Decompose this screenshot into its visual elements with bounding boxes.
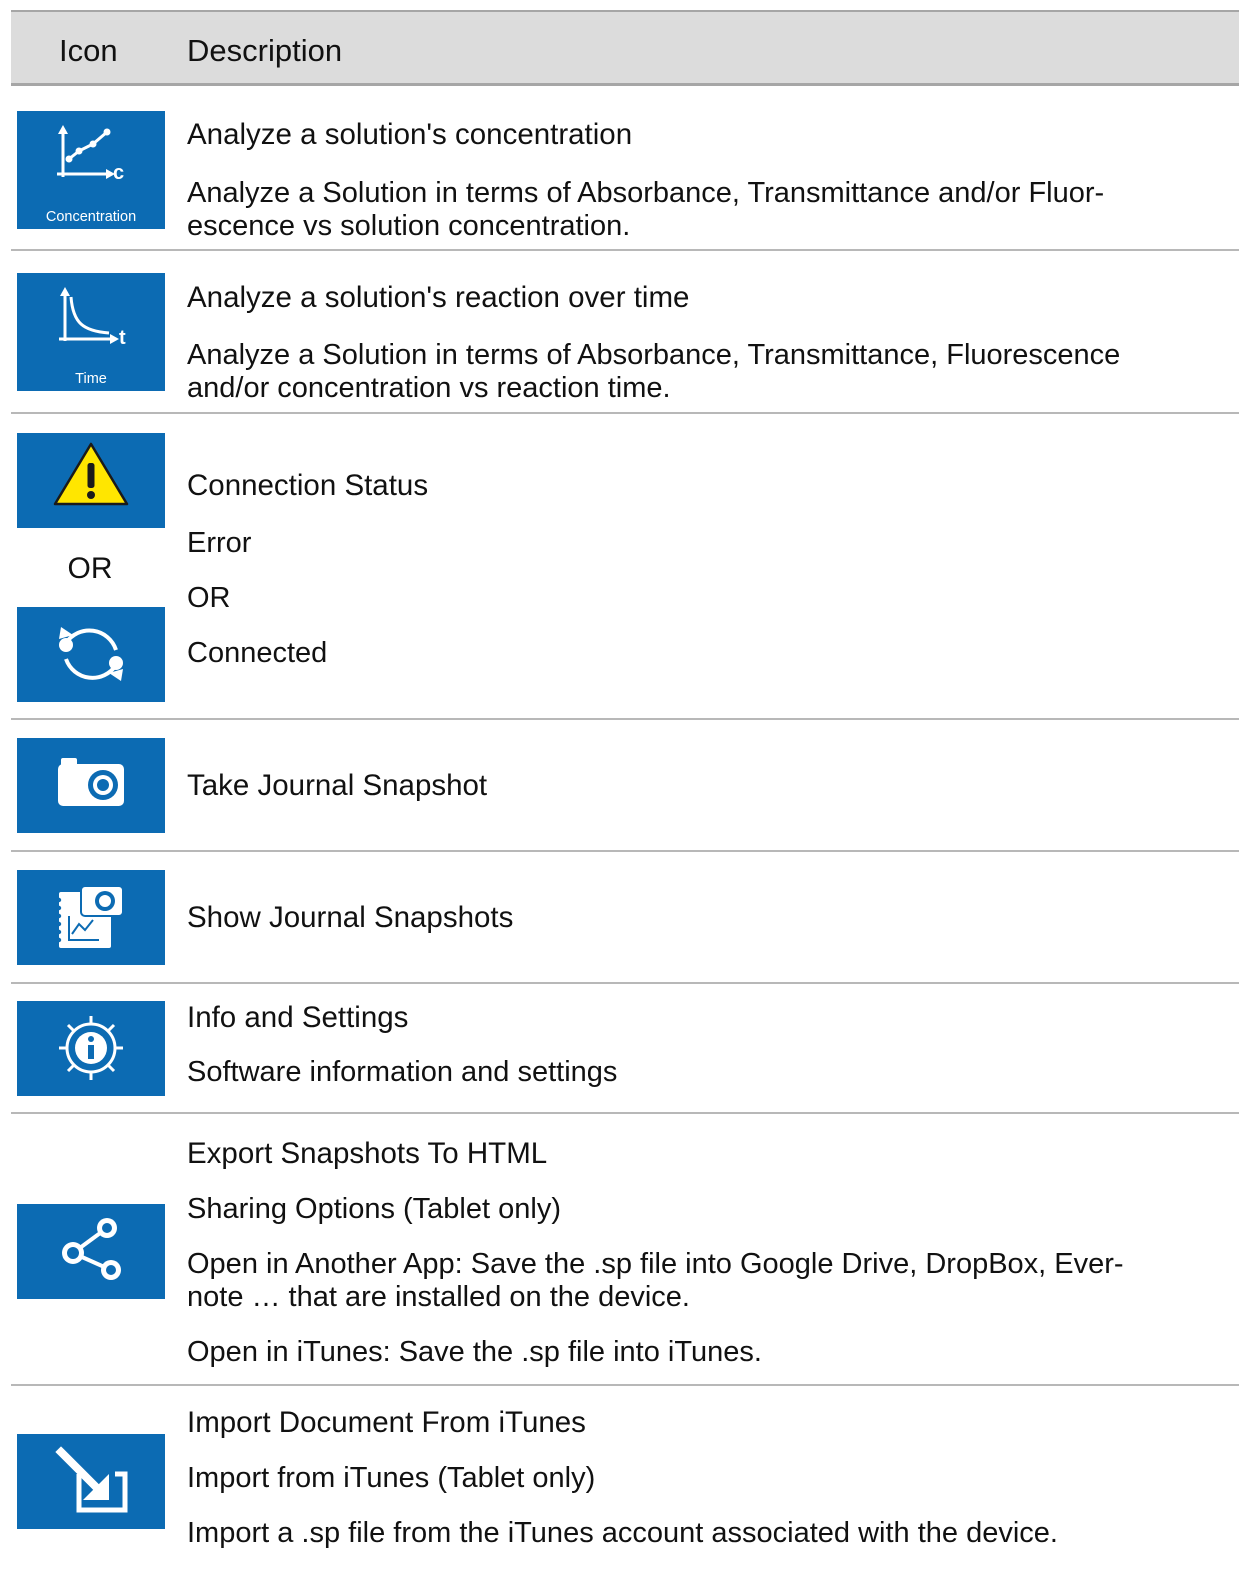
concentration-tile[interactable]: c Concentration — [17, 111, 165, 229]
row-description: Analyze a Solution in terms of Absorbanc… — [187, 177, 1105, 242]
row-title: Take Journal Snapshot — [187, 769, 488, 802]
row-status-error: Error — [187, 527, 252, 559]
row-title: Export Snapshots To HTML — [187, 1137, 548, 1170]
row-title: Show Journal Snapshots — [187, 901, 514, 934]
table-row-export-html: Export Snapshots To HTML Sharing Options… — [11, 1114, 1239, 1386]
time-tile[interactable]: t Time — [17, 273, 165, 391]
share-icon — [62, 1218, 121, 1280]
svg-text:c: c — [113, 162, 124, 184]
warning-icon — [53, 442, 129, 506]
table-row-connection-status: OR Connection Status Error OR Connected — [11, 414, 1239, 720]
table-row-time: t Time Analyze a solution's reaction ove… — [11, 251, 1239, 414]
svg-text:t: t — [119, 327, 126, 349]
concentration-caption: Concentration — [45, 209, 137, 225]
row-description: Analyze a Solution in terms of Absorbanc… — [187, 339, 1121, 404]
camera-icon — [58, 758, 124, 806]
import-tile[interactable] — [17, 1434, 165, 1529]
row-title: Info and Settings — [187, 1001, 409, 1034]
description-column-header: Description — [187, 33, 343, 68]
table-row-show-snapshots: Show Journal Snapshots — [11, 852, 1239, 984]
journal-tile[interactable] — [17, 870, 165, 965]
or-label: OR — [67, 552, 113, 585]
time-caption: Time — [75, 371, 107, 387]
warning-tile[interactable] — [17, 433, 165, 528]
icon-reference-table: Icon Description c Concentration Analyze… — [11, 10, 1239, 1549]
row-title: Connection Status — [187, 469, 429, 502]
row-status-or: OR — [187, 582, 231, 614]
row-description: Software information and settings — [187, 1056, 618, 1088]
row-import-tablet: Import from iTunes (Tablet only) — [187, 1462, 596, 1494]
row-open-another-app: Open in Another App: Save the .sp file i… — [187, 1248, 1124, 1313]
import-arrow-icon — [55, 1446, 128, 1513]
table-header: Icon Description — [11, 10, 1239, 86]
table-row-take-snapshot: Take Journal Snapshot — [11, 720, 1239, 852]
sync-icon — [59, 627, 123, 681]
journal-snapshots-icon — [56, 885, 124, 948]
info-gear-icon — [59, 1016, 123, 1080]
camera-tile[interactable] — [17, 738, 165, 833]
info-settings-tile[interactable] — [17, 1001, 165, 1096]
table-row-import-itunes: Import Document From iTunes Import from … — [11, 1386, 1239, 1596]
icon-column-header: Icon — [59, 33, 118, 68]
table-row-info-settings: Info and Settings Software information a… — [11, 984, 1239, 1114]
row-title: Analyze a solution's concentration — [187, 118, 633, 151]
row-title: Import Document From iTunes — [187, 1406, 586, 1439]
row-status-connected: Connected — [187, 637, 328, 669]
share-tile[interactable] — [17, 1204, 165, 1299]
table-row-concentration: c Concentration Analyze a solution's con… — [11, 86, 1239, 251]
row-import-description: Import a .sp file from the iTunes accoun… — [187, 1517, 1058, 1549]
row-title: Analyze a solution's reaction over time — [187, 281, 690, 314]
sync-tile[interactable] — [17, 607, 165, 702]
row-open-itunes: Open in iTunes: Save the .sp file into i… — [187, 1336, 762, 1368]
row-sharing-options: Sharing Options (Tablet only) — [187, 1193, 561, 1225]
